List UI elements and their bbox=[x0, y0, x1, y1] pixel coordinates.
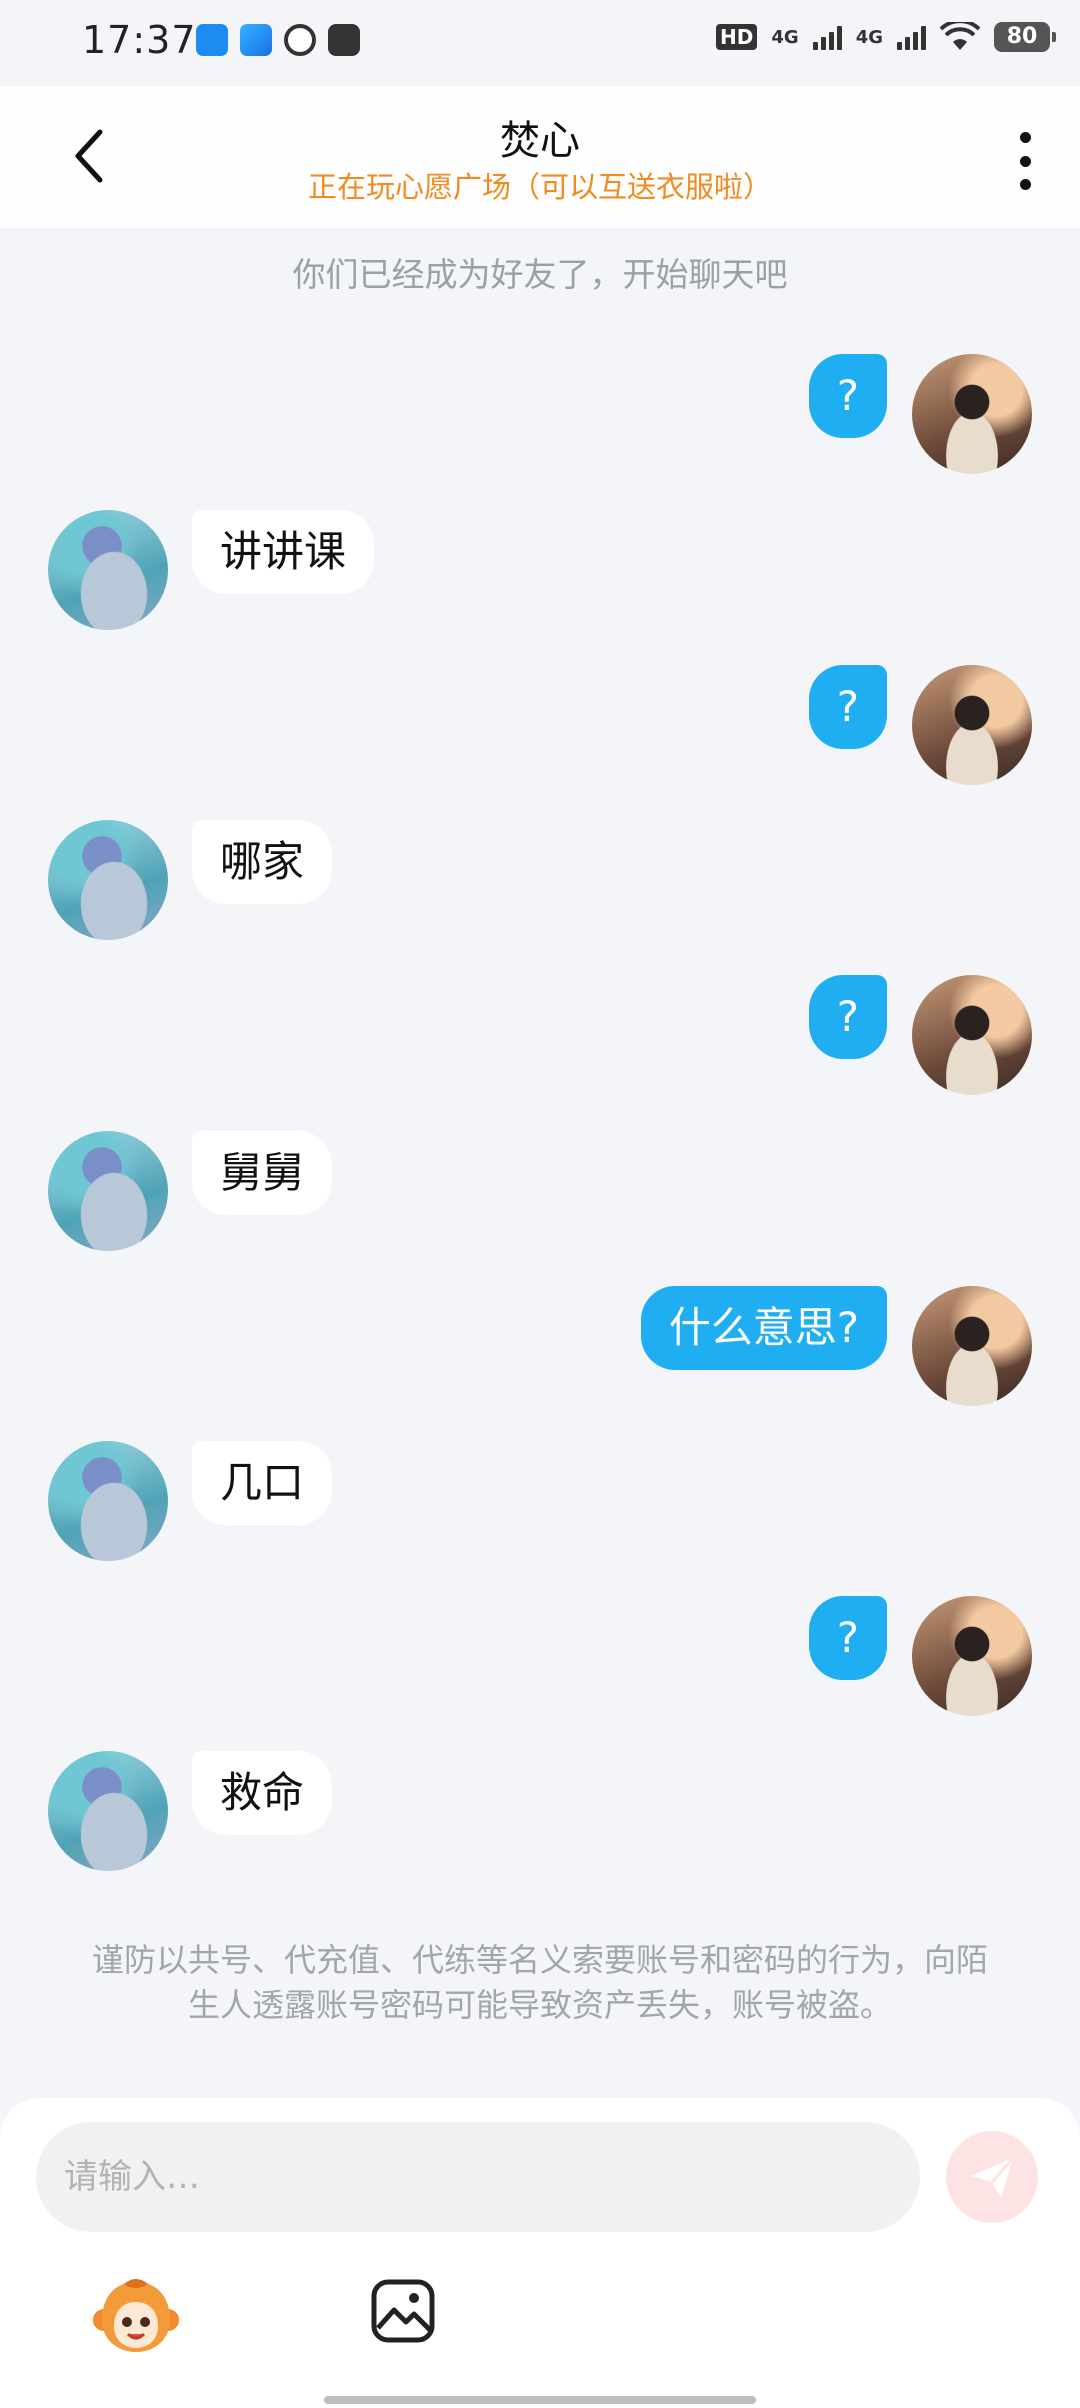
image-picker-button[interactable] bbox=[370, 2278, 436, 2344]
message-row-outgoing: 什么意思? bbox=[0, 1286, 1080, 1411]
message-list[interactable]: 你们已经成为好友了，开始聊天吧 ? 讲讲课 ? 哪家 ? 舅舅 什么意思? 几口… bbox=[0, 228, 1080, 2098]
app-notification-icon bbox=[284, 24, 316, 56]
message-row-outgoing: ? bbox=[0, 1596, 1080, 1721]
signal-icon bbox=[897, 24, 926, 50]
wifi-icon bbox=[940, 22, 980, 52]
app-notification-icon bbox=[196, 24, 228, 56]
more-options-button[interactable] bbox=[1000, 126, 1050, 196]
message-bubble-outgoing[interactable]: 什么意思? bbox=[640, 1286, 887, 1370]
status-time: 17:37 bbox=[82, 18, 197, 62]
message-row-outgoing: ? bbox=[0, 665, 1080, 790]
message-row-outgoing: ? bbox=[0, 354, 1080, 479]
my-avatar[interactable] bbox=[912, 1596, 1032, 1716]
network-type: 4G bbox=[855, 26, 883, 48]
battery-icon: 80 bbox=[994, 22, 1056, 52]
mascot-emoji-button[interactable] bbox=[92, 2276, 180, 2356]
dot-icon bbox=[1019, 132, 1031, 143]
status-bar: 17:37 HD 4G 4G 80 bbox=[0, 0, 1080, 86]
send-button[interactable] bbox=[946, 2131, 1038, 2223]
message-input[interactable] bbox=[36, 2122, 920, 2232]
my-avatar[interactable] bbox=[912, 1286, 1032, 1406]
message-bubble-incoming[interactable]: 讲讲课 bbox=[192, 510, 375, 594]
friend-avatar[interactable] bbox=[48, 1751, 168, 1871]
hd-icon: HD bbox=[716, 24, 758, 50]
network-type: 4G bbox=[771, 26, 799, 48]
message-row-incoming: 舅舅 bbox=[0, 1131, 1080, 1256]
my-avatar[interactable] bbox=[912, 975, 1032, 1095]
message-row-incoming: 讲讲课 bbox=[0, 510, 1080, 635]
message-bubble-incoming[interactable]: 舅舅 bbox=[192, 1131, 333, 1215]
status-subtitle: 正在玩心愿广场（可以互送衣服啦） bbox=[307, 170, 772, 204]
composer bbox=[0, 2098, 1080, 2408]
message-bubble-outgoing[interactable]: ? bbox=[808, 1596, 887, 1680]
signal-icon bbox=[812, 24, 842, 50]
message-bubble-incoming[interactable]: 救命 bbox=[192, 1751, 333, 1835]
my-avatar[interactable] bbox=[912, 665, 1032, 785]
chat-header: 焚心 正在玩心愿广场（可以互送衣服啦） bbox=[0, 86, 1080, 228]
system-note: 你们已经成为好友了，开始聊天吧 bbox=[292, 255, 788, 294]
dot-icon bbox=[1019, 155, 1031, 167]
message-bubble-outgoing[interactable]: ? bbox=[808, 665, 887, 749]
message-bubble-incoming[interactable]: 几口 bbox=[192, 1441, 333, 1525]
my-avatar[interactable] bbox=[912, 354, 1032, 474]
notification-icons bbox=[196, 24, 360, 56]
message-bubble-outgoing[interactable]: ? bbox=[808, 354, 887, 438]
monkey-mascot-icon bbox=[93, 2279, 179, 2352]
dot-icon bbox=[1019, 179, 1031, 190]
message-row-incoming: 救命 bbox=[0, 1751, 1080, 1876]
home-indicator[interactable] bbox=[324, 2396, 756, 2404]
system-indicators: HD 4G 4G 80 bbox=[716, 22, 1056, 52]
message-row-incoming: 哪家 bbox=[0, 820, 1080, 945]
security-warning: 谨防以共号、代充值、代练等名义索要账号和密码的行为，向陌生人透露账号密码可能导致… bbox=[91, 1941, 988, 2024]
friend-avatar[interactable] bbox=[48, 1131, 168, 1251]
friend-avatar[interactable] bbox=[48, 1441, 168, 1561]
friend-avatar[interactable] bbox=[48, 510, 168, 630]
app-notification-icon bbox=[240, 24, 272, 56]
message-row-outgoing: ? bbox=[0, 975, 1080, 1100]
page-title: 焚心 bbox=[500, 118, 580, 164]
image-icon bbox=[371, 2279, 435, 2343]
send-icon bbox=[971, 2157, 1015, 2198]
video-app-icon bbox=[328, 24, 360, 56]
friend-avatar[interactable] bbox=[48, 820, 168, 940]
message-bubble-outgoing[interactable]: ? bbox=[808, 975, 887, 1059]
message-bubble-incoming[interactable]: 哪家 bbox=[192, 820, 333, 904]
message-row-incoming: 几口 bbox=[0, 1441, 1080, 1566]
